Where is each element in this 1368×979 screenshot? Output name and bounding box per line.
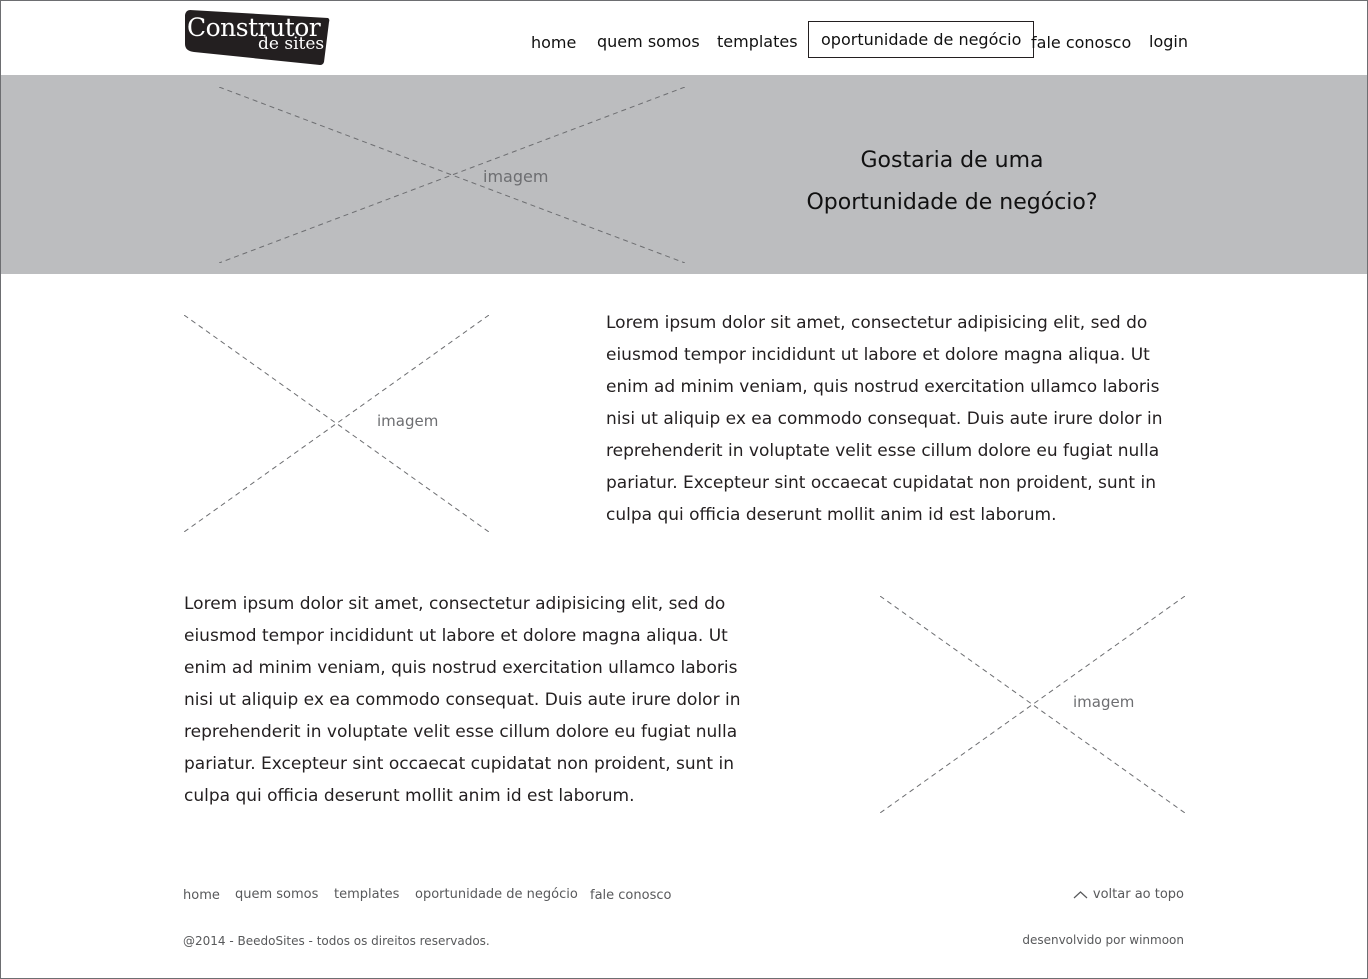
image-placeholder-cross-icon: [219, 87, 685, 263]
hero-title-line2: Oportunidade de negócio?: [806, 190, 1098, 215]
footer-copyright: @2014 - BeedoSites - todos os direitos r…: [183, 934, 490, 948]
footer-link-home[interactable]: home: [183, 888, 220, 903]
nav-templates[interactable]: templates: [717, 32, 798, 51]
hero-title-line1: Gostaria de uma: [860, 148, 1044, 173]
footer-link-fale-conosco[interactable]: fale conosco: [590, 888, 671, 903]
section1-image-label: imagem: [377, 412, 439, 430]
section2-image-label: imagem: [1073, 693, 1135, 711]
nav-oportunidade-de-negocio[interactable]: oportunidade de negócio: [808, 21, 1035, 58]
section2-image-placeholder: imagem: [880, 596, 1185, 813]
site-logo[interactable]: Construtor de sites: [184, 8, 330, 66]
chevron-up-icon: [1073, 891, 1088, 899]
footer-link-quem-somos[interactable]: quem somos: [235, 887, 318, 902]
hero-image-label: imagem: [483, 167, 549, 186]
image-placeholder-cross-icon: [184, 315, 489, 532]
section1-paragraph: Lorem ipsum dolor sit amet, consectetur …: [606, 313, 1163, 525]
nav-home[interactable]: home: [531, 33, 576, 52]
footer-link-templates[interactable]: templates: [334, 887, 399, 902]
logo-text-secondary: de sites: [258, 34, 325, 54]
image-placeholder-cross-icon: [880, 596, 1185, 813]
nav-login[interactable]: login: [1149, 32, 1188, 51]
footer-developer-credit: desenvolvido por winmoon: [1022, 933, 1184, 947]
section1-image-placeholder: imagem: [184, 315, 489, 532]
nav-fale-conosco[interactable]: fale conosco: [1031, 33, 1131, 52]
hero-image-placeholder: imagem: [219, 87, 685, 263]
hero-title: Gostaria de uma Oportunidade de negócio?: [760, 140, 1144, 224]
section2-paragraph: Lorem ipsum dolor sit amet, consectetur …: [184, 594, 741, 806]
nav-quem-somos[interactable]: quem somos: [597, 32, 700, 51]
back-to-top-label: voltar ao topo: [1092, 887, 1184, 902]
back-to-top-link[interactable]: voltar ao topo: [1073, 887, 1184, 902]
footer-link-oportunidade-de-negocio[interactable]: oportunidade de negócio: [415, 887, 578, 902]
